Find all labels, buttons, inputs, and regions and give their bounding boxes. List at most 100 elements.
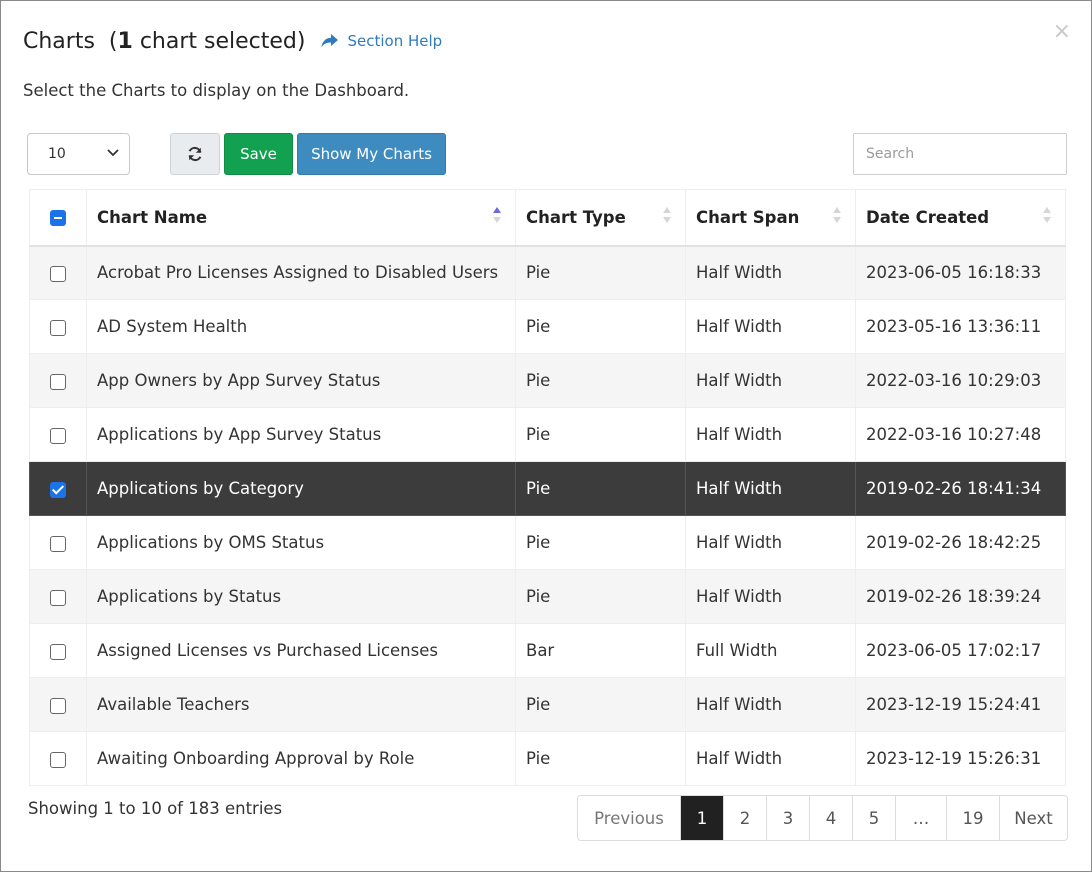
chart-type-cell: Pie xyxy=(515,677,686,732)
row-checkbox[interactable] xyxy=(50,427,66,444)
date-created-cell: 2023-12-19 15:26:31 xyxy=(855,731,1066,786)
date-created-cell: 2023-06-05 16:18:33 xyxy=(855,245,1066,300)
date-created-cell: 2023-06-05 17:02:17 xyxy=(855,623,1066,678)
sort-icon xyxy=(663,207,671,227)
table-row[interactable]: Applications by OMS Status Pie Half Widt… xyxy=(29,515,1066,570)
chart-span-cell: Half Width xyxy=(685,515,856,570)
share-arrow-icon xyxy=(321,34,339,48)
table-row[interactable]: Acrobat Pro Licenses Assigned to Disable… xyxy=(29,245,1066,300)
chart-name-cell: Awaiting Onboarding Approval by Role xyxy=(86,731,516,786)
row-checkbox[interactable] xyxy=(50,319,66,336)
page-19-button[interactable]: 19 xyxy=(946,796,999,840)
row-checkbox[interactable] xyxy=(50,751,66,768)
close-icon[interactable]: × xyxy=(1053,21,1071,43)
table-row[interactable]: Assigned Licenses vs Purchased Licenses … xyxy=(29,623,1066,678)
table-row[interactable]: App Owners by App Survey Status Pie Half… xyxy=(29,353,1066,408)
column-header-date-created[interactable]: Date Created xyxy=(855,189,1066,247)
date-created-cell: 2023-05-16 13:36:11 xyxy=(855,299,1066,354)
page-5-button[interactable]: 5 xyxy=(852,796,895,840)
page-length-select[interactable]: 10 xyxy=(27,133,130,175)
select-all-cell xyxy=(29,189,87,247)
row-checkbox-checked[interactable] xyxy=(50,481,66,498)
chart-name-cell: Applications by OMS Status xyxy=(86,515,516,570)
chart-type-cell: Pie xyxy=(515,245,686,300)
column-header-chart-name[interactable]: Chart Name xyxy=(86,189,516,247)
date-created-cell: 2022-03-16 10:29:03 xyxy=(855,353,1066,408)
chart-span-cell: Half Width xyxy=(685,353,856,408)
chart-type-cell: Pie xyxy=(515,569,686,624)
chart-name-cell: App Owners by App Survey Status xyxy=(86,353,516,408)
table-row[interactable]: Available Teachers Pie Half Width 2023-1… xyxy=(29,677,1066,732)
show-my-charts-button[interactable]: Show My Charts xyxy=(297,133,446,175)
row-checkbox[interactable] xyxy=(50,697,66,714)
select-all-checkbox[interactable] xyxy=(50,210,66,227)
refresh-icon xyxy=(188,146,202,162)
chart-name-cell: Applications by Status xyxy=(86,569,516,624)
modal-subtitle: Select the Charts to display on the Dash… xyxy=(23,81,410,100)
chart-span-cell: Half Width xyxy=(685,299,856,354)
table-row[interactable]: Applications by App Survey Status Pie Ha… xyxy=(29,407,1066,462)
pagination: Previous 1 2 3 4 5 … 19 Next xyxy=(577,795,1068,841)
sort-icon xyxy=(833,207,841,227)
toolbar: 10 Save Show My Charts xyxy=(27,133,1067,177)
chart-type-cell: Pie xyxy=(515,515,686,570)
column-header-chart-type[interactable]: Chart Type xyxy=(515,189,686,247)
date-created-cell: 2023-12-19 15:24:41 xyxy=(855,677,1066,732)
table-row[interactable]: AD System Health Pie Half Width 2023-05-… xyxy=(29,299,1066,354)
date-created-cell: 2022-03-16 10:27:48 xyxy=(855,407,1066,462)
row-checkbox[interactable] xyxy=(50,643,66,660)
pagination-ellipsis: … xyxy=(895,796,946,840)
selected-count: (1 chart selected) xyxy=(108,28,306,54)
chart-span-cell: Half Width xyxy=(685,677,856,732)
chart-name-cell: AD System Health xyxy=(86,299,516,354)
chart-name-cell: Acrobat Pro Licenses Assigned to Disable… xyxy=(86,245,516,300)
date-created-cell: 2019-02-26 18:39:24 xyxy=(855,569,1066,624)
chart-span-cell: Half Width xyxy=(685,245,856,300)
chart-type-cell: Pie xyxy=(515,353,686,408)
table-row[interactable]: Awaiting Onboarding Approval by Role Pie… xyxy=(29,731,1066,786)
date-created-cell: 2019-02-26 18:41:34 xyxy=(855,461,1066,516)
page-1-button[interactable]: 1 xyxy=(680,796,723,840)
chart-name-cell: Applications by Category xyxy=(86,461,516,516)
chart-name-cell: Assigned Licenses vs Purchased Licenses xyxy=(86,623,516,678)
chart-type-cell: Bar xyxy=(515,623,686,678)
chart-name-cell: Applications by App Survey Status xyxy=(86,407,516,462)
charts-modal: Charts (1 chart selected) Section Help ×… xyxy=(0,0,1092,872)
charts-table: Chart Name Chart Type Chart Span Date Cr… xyxy=(29,189,1066,786)
row-checkbox[interactable] xyxy=(50,265,66,282)
page-length-value: 10 xyxy=(48,146,66,162)
pagination-previous[interactable]: Previous xyxy=(578,796,680,840)
sort-ascending-icon xyxy=(493,207,501,227)
table-row-selected[interactable]: Applications by Category Pie Half Width … xyxy=(29,461,1066,516)
row-checkbox[interactable] xyxy=(50,535,66,552)
chart-type-cell: Pie xyxy=(515,731,686,786)
section-help-label: Section Help xyxy=(347,32,443,50)
chart-type-cell: Pie xyxy=(515,461,686,516)
pagination-next[interactable]: Next xyxy=(999,796,1067,840)
refresh-button[interactable] xyxy=(170,133,220,175)
page-4-button[interactable]: 4 xyxy=(809,796,852,840)
chevron-down-icon xyxy=(107,149,119,157)
page-2-button[interactable]: 2 xyxy=(723,796,766,840)
selected-count-number: 1 xyxy=(117,28,133,54)
table-header-row: Chart Name Chart Type Chart Span Date Cr… xyxy=(29,189,1066,247)
chart-type-cell: Pie xyxy=(515,407,686,462)
chart-span-cell: Half Width xyxy=(685,461,856,516)
section-help-link[interactable]: Section Help xyxy=(321,32,442,50)
chart-span-cell: Half Width xyxy=(685,731,856,786)
save-button[interactable]: Save xyxy=(224,133,293,175)
page-3-button[interactable]: 3 xyxy=(766,796,809,840)
row-checkbox[interactable] xyxy=(50,373,66,390)
date-created-cell: 2019-02-26 18:42:25 xyxy=(855,515,1066,570)
modal-title: Charts xyxy=(23,28,95,54)
column-header-chart-span[interactable]: Chart Span xyxy=(685,189,856,247)
table-info: Showing 1 to 10 of 183 entries xyxy=(28,799,283,818)
modal-header: Charts (1 chart selected) Section Help xyxy=(23,25,442,57)
chart-name-cell: Available Teachers xyxy=(86,677,516,732)
sort-icon xyxy=(1043,207,1051,227)
table-row[interactable]: Applications by Status Pie Half Width 20… xyxy=(29,569,1066,624)
search-input[interactable] xyxy=(853,133,1067,175)
chart-span-cell: Half Width xyxy=(685,407,856,462)
chart-span-cell: Full Width xyxy=(685,623,856,678)
row-checkbox[interactable] xyxy=(50,589,66,606)
